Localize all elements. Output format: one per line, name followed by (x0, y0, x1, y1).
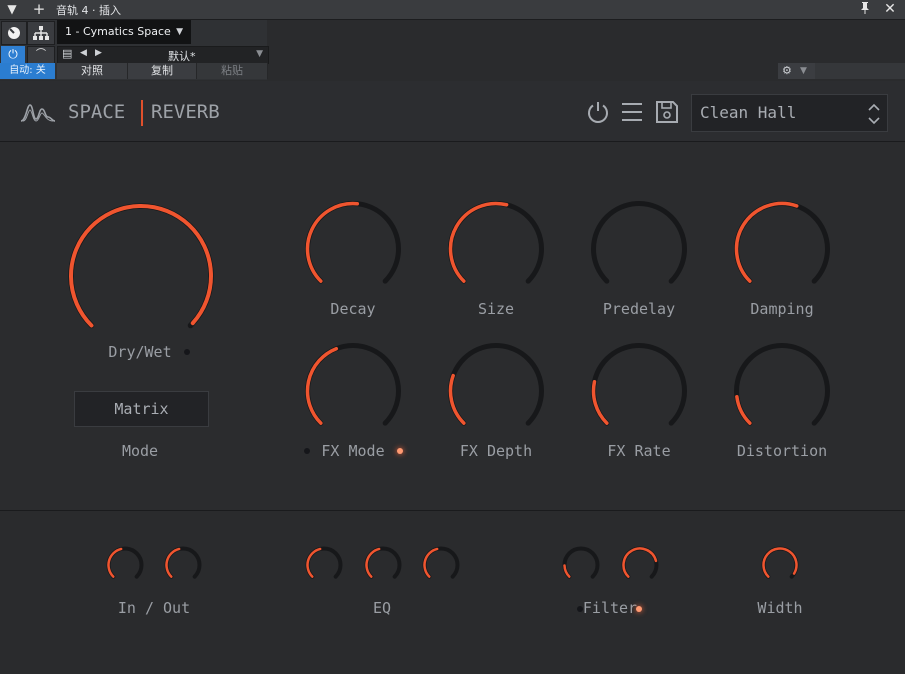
damping-knob[interactable] (732, 199, 832, 299)
predelay-label: Predelay (602, 300, 676, 318)
predelay-knob[interactable] (589, 199, 689, 299)
filter-low-knob-track (562, 546, 600, 579)
eq-high-knob[interactable] (421, 545, 461, 585)
eq-label: EQ (372, 599, 392, 617)
fx-mode-indicator-left[interactable] (304, 448, 310, 454)
width-knob-value-arc (762, 547, 798, 578)
filter-low-knob[interactable] (561, 545, 601, 585)
width-knob[interactable] (760, 545, 800, 585)
sidechain-icon: ⌒ (36, 49, 46, 60)
plugin-ui: SPACE REVERB Clean Hall Dry/Wet Matrix M… (0, 81, 905, 674)
in-out-label: In / Out (117, 599, 191, 617)
plugin-preset-selector[interactable]: Clean Hall (691, 94, 888, 132)
filter-indicator-right[interactable] (636, 606, 642, 612)
menu-icon[interactable] (619, 99, 645, 125)
predelay-knob-track (591, 201, 687, 284)
eq-mid-knob[interactable] (363, 545, 403, 585)
plugin-instance-label: 1 - Cymatics Space (65, 25, 171, 38)
power-icon[interactable] (585, 99, 611, 125)
fx-depth-knob[interactable] (446, 341, 546, 441)
routing-button[interactable] (27, 21, 55, 45)
settings-menu[interactable]: ⚙ ▼ (778, 63, 815, 79)
size-knob-value-arc (448, 201, 509, 283)
gear-icon: ⚙ (782, 64, 792, 77)
damping-knob-value-arc (734, 201, 799, 283)
preset-prev-icon[interactable]: ◀ (80, 48, 87, 58)
chevron-down-icon[interactable]: ▼ (256, 49, 263, 59)
fx-rate-label: FX Rate (607, 442, 671, 460)
output-knob[interactable] (163, 545, 203, 585)
plugin-header: SPACE REVERB Clean Hall (0, 81, 905, 142)
copy-button[interactable]: 复制 (128, 63, 197, 79)
damping-label: Damping (750, 300, 814, 318)
fx-mode-knob[interactable] (303, 341, 403, 441)
fx-mode-label: FX Mode (321, 442, 385, 460)
fx-depth-knob-value-arc (448, 373, 466, 425)
chevron-down-icon: ▼ (800, 66, 807, 76)
plugin-preset-name: Clean Hall (700, 103, 797, 122)
preset-next-icon[interactable]: ▶ (95, 48, 102, 58)
decay-knob[interactable] (303, 199, 403, 299)
brand-space: SPACE (68, 101, 126, 123)
width-label: Width (757, 599, 803, 617)
distortion-knob[interactable] (732, 341, 832, 441)
fx-depth-knob-track (448, 343, 544, 426)
input-knob[interactable] (105, 545, 145, 585)
pin-icon[interactable] (857, 1, 873, 17)
brand-reverb: REVERB (151, 101, 220, 123)
sidechain-button[interactable]: ⌒ (27, 46, 55, 64)
host-titlebar: ▼ + 音轨 4 · 插入 ✕ (0, 0, 905, 20)
distortion-label: Distortion (736, 442, 828, 460)
dry-wet-indicator (184, 349, 190, 355)
compare-button[interactable]: 对照 (57, 63, 128, 79)
save-icon[interactable] (654, 99, 680, 125)
dry-wet-knob-value-arc (68, 204, 213, 328)
fx-rate-knob[interactable] (589, 341, 689, 441)
fx-mode-knob-value-arc (305, 346, 338, 425)
preset-list-icon[interactable]: ▤ (62, 47, 72, 60)
mode-selector[interactable]: Matrix (74, 391, 209, 427)
dropdown-arrow-icon[interactable]: ▼ (4, 1, 20, 17)
preset-stepper-icon[interactable] (867, 100, 881, 128)
plugin-instance-select[interactable]: 1 - Cymatics Space ▼ (57, 20, 191, 44)
automation-toggle[interactable]: 自动: 关 (0, 63, 55, 79)
filter-low-knob-value-arc (563, 564, 571, 578)
main-controls-panel: Dry/Wet Matrix Mode Decay Size Predelay … (0, 142, 905, 511)
window-title: 音轨 4 · 插入 (56, 4, 121, 17)
fx-mode-indicator-right[interactable] (397, 448, 403, 454)
dry-wet-knob[interactable] (66, 201, 216, 351)
plugin-browser-button[interactable] (1, 21, 27, 45)
chevron-down-icon: ▼ (176, 27, 183, 37)
plugin-icon (8, 27, 20, 39)
size-label: Size (477, 300, 515, 318)
fx-rate-knob-track (591, 343, 687, 426)
close-icon[interactable]: ✕ (882, 1, 898, 17)
brand-separator (141, 100, 143, 126)
paste-button[interactable]: 粘贴 (197, 63, 268, 79)
dry-wet-label: Dry/Wet (108, 343, 172, 361)
host-preset-name[interactable]: 默认* (168, 48, 196, 64)
host-toolbar-spacer (815, 63, 905, 79)
logo-icon (20, 104, 56, 122)
mode-label: Mode (121, 442, 159, 460)
eq-low-knob[interactable] (304, 545, 344, 585)
size-knob[interactable] (446, 199, 546, 299)
fx-depth-label: FX Depth (459, 442, 533, 460)
add-icon[interactable]: + (31, 1, 47, 17)
bypass-power-button[interactable]: ⏻ (1, 46, 25, 63)
filter-high-knob[interactable] (620, 545, 660, 585)
bottom-controls-panel: In / Out EQ Filter Width (0, 511, 905, 674)
distortion-knob-track (734, 343, 830, 426)
routing-icon (33, 26, 49, 40)
preset-row: ▤ ◀ ▶ 默认* ▼ (57, 46, 269, 64)
filter-high-knob-value-arc (622, 547, 658, 578)
decay-label: Decay (330, 300, 376, 318)
